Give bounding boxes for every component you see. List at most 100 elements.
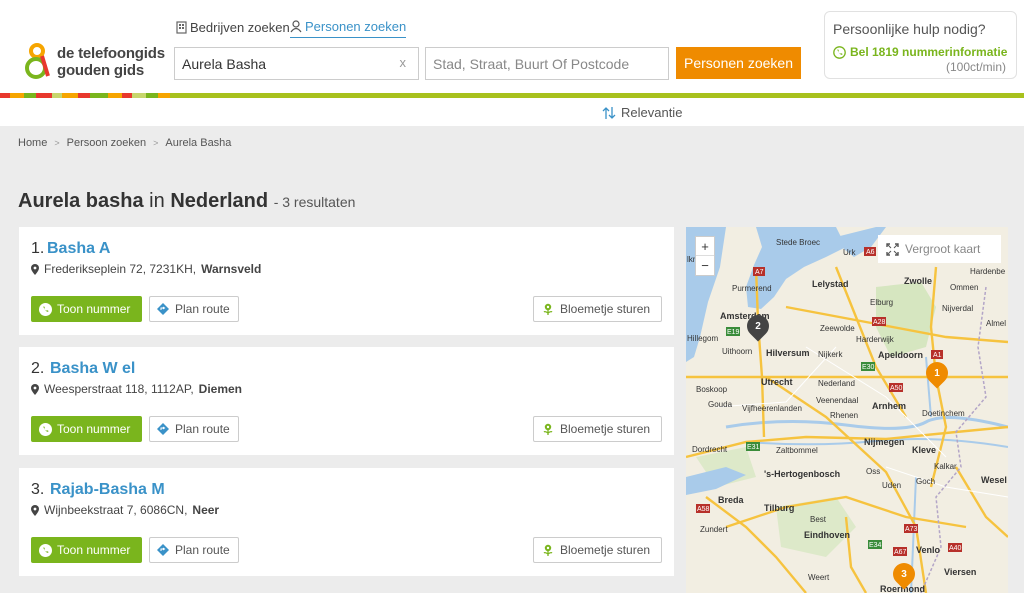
map-label: Utrecht: [761, 377, 793, 387]
plan-route-button[interactable]: Plan route: [149, 537, 239, 563]
result-city: Neer: [192, 503, 220, 517]
svg-text:A50: A50: [890, 385, 903, 392]
result-number: 3.: [31, 481, 45, 498]
tab-bedrijven[interactable]: Bedrijven zoeken: [176, 16, 290, 38]
results-map[interactable]: A7 A28 A1 A50 E19 E30 E31 A58 A73 E34 A6…: [686, 227, 1008, 593]
help-box: Persoonlijke hulp nodig? Bel 1819 nummer…: [824, 11, 1017, 79]
map-label: Vijfheerenlanden: [742, 404, 802, 413]
svg-text:E30: E30: [862, 364, 875, 371]
map-label: Tilburg: [764, 503, 795, 513]
svg-text:A6: A6: [866, 249, 875, 256]
tab-bedrijven-label: Bedrijven zoeken: [190, 19, 290, 35]
header: de telefoongids gouden gids Bedrijven zo…: [0, 0, 1024, 94]
title-country: Nederland: [170, 190, 269, 212]
plan-route-label: Plan route: [175, 422, 230, 436]
map-label: Zundert: [700, 525, 728, 534]
search-input[interactable]: Aurela Basha x: [174, 47, 419, 80]
map-label: Oss: [866, 467, 881, 476]
tab-personen[interactable]: Personen zoeken: [290, 16, 407, 38]
logo-text-1: de telefoongids: [57, 45, 165, 62]
building-icon: [176, 20, 187, 34]
map-label: 's-Hertogenbosch: [764, 469, 841, 479]
call-1819-label: Bel 1819 nummerinformatie: [850, 45, 1008, 59]
result-count: - 3 resultaten: [273, 194, 356, 210]
svg-text:A58: A58: [697, 506, 710, 513]
route-icon: [157, 544, 169, 556]
plan-route-button[interactable]: Plan route: [149, 296, 239, 322]
plan-route-label: Plan route: [175, 302, 230, 316]
call-cost: (100ct/min): [945, 60, 1006, 74]
result-name[interactable]: Basha W el: [50, 360, 135, 378]
sort-relevance[interactable]: Relevantie: [602, 105, 682, 120]
page-title: Aurela basha in Nederland - 3 resultaten: [18, 190, 355, 213]
svg-text:A1: A1: [933, 352, 942, 359]
result-number: 2.: [31, 360, 45, 377]
map-pin-icon: [31, 504, 39, 516]
title-in: in: [149, 190, 165, 212]
show-number-label: Toon nummer: [57, 302, 131, 316]
svg-text:E19: E19: [727, 329, 740, 336]
enlarge-map-button[interactable]: Vergroot kaart: [878, 235, 1001, 263]
phone-icon: [833, 45, 846, 59]
enlarge-map-label: Vergroot kaart: [905, 242, 981, 256]
map-label: Nijkerk: [818, 350, 843, 359]
call-1819-link[interactable]: Bel 1819 nummerinformatie: [833, 45, 1007, 59]
expand-icon: [886, 242, 899, 256]
map-label: Eindhoven: [804, 530, 851, 540]
breadcrumb-persoon-zoeken[interactable]: Persoon zoeken: [67, 137, 147, 149]
map-label: Rhenen: [830, 411, 859, 420]
show-number-label: Toon nummer: [57, 543, 131, 557]
show-number-button[interactable]: Toon nummer: [31, 416, 142, 442]
map-label: Urk: [843, 248, 856, 257]
zoom-in-button[interactable]: +: [696, 237, 714, 256]
send-flowers-button[interactable]: Bloemetje sturen: [533, 416, 662, 442]
result-name[interactable]: Basha A: [47, 240, 110, 258]
search-input-value: Aurela Basha: [182, 56, 267, 72]
send-flowers-button[interactable]: Bloemetje sturen: [533, 537, 662, 563]
svg-text:E34: E34: [869, 542, 882, 549]
breadcrumb-home[interactable]: Home: [18, 137, 47, 149]
map-label: Hardenbe: [970, 267, 1006, 276]
map-label: Boskoop: [696, 385, 728, 394]
map-label: Weert: [808, 573, 830, 582]
map-label: Nijverdal: [942, 304, 974, 313]
show-number-button[interactable]: Toon nummer: [31, 537, 142, 563]
result-name[interactable]: Rajab-Basha M: [50, 481, 165, 499]
map-label: Zaltbommel: [776, 446, 818, 455]
map-label: Gouda: [708, 400, 733, 409]
map-label: Kalkar: [934, 462, 957, 471]
phone-icon: [39, 302, 52, 316]
map-label: Viersen: [944, 567, 977, 577]
svg-text:A73: A73: [905, 526, 918, 533]
map-marker[interactable]: 2: [742, 310, 774, 342]
result-card: 3. Rajab-Basha M Wijnbeekstraat 7, 6086C…: [19, 468, 674, 576]
map-label: Nederland: [818, 379, 855, 388]
location-input[interactable]: Stad, Straat, Buurt Of Postcode: [425, 47, 669, 80]
show-number-button[interactable]: Toon nummer: [31, 296, 142, 322]
send-flowers-button[interactable]: Bloemetje sturen: [533, 296, 662, 322]
map-label: Dordrecht: [692, 445, 728, 454]
svg-text:E31: E31: [747, 444, 760, 451]
zoom-out-button[interactable]: −: [696, 256, 714, 275]
sort-label: Relevantie: [621, 105, 683, 120]
map-label: Veenendaal: [816, 396, 859, 405]
person-icon: [290, 20, 302, 33]
search-button[interactable]: Personen zoeken: [676, 47, 801, 79]
result-street: Wijnbeekstraat 7, 6086CN,: [44, 503, 188, 517]
map-marker[interactable]: 1: [921, 357, 953, 389]
result-city: Warnsveld: [201, 262, 262, 276]
result-number: 1.: [31, 240, 45, 257]
result-address: Wijnbeekstraat 7, 6086CN, Neer: [31, 503, 219, 517]
plan-route-button[interactable]: Plan route: [149, 416, 239, 442]
logo-text-2: gouden gids: [57, 62, 144, 79]
clear-search-button[interactable]: x: [400, 55, 407, 70]
send-flowers-label: Bloemetje sturen: [560, 302, 651, 316]
location-placeholder: Stad, Straat, Buurt Of Postcode: [433, 56, 630, 72]
result-address: Weesperstraat 118, 1112AP, Diemen: [31, 382, 242, 396]
breadcrumb: Home > Persoon zoeken > Aurela Basha: [18, 137, 231, 149]
flower-icon: [543, 423, 553, 435]
route-icon: [157, 423, 169, 435]
logo[interactable]: de telefoongids gouden gids: [24, 42, 169, 82]
map-label: Ommen: [950, 283, 979, 292]
map-marker[interactable]: 3: [888, 558, 920, 590]
